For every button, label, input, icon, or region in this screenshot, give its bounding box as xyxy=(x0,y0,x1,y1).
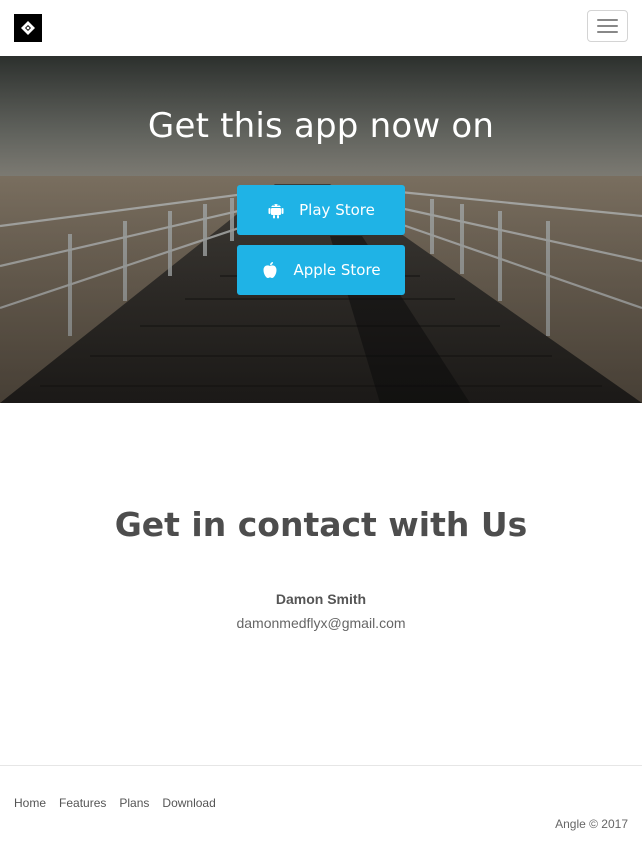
android-icon xyxy=(267,201,285,219)
footer-link-features[interactable]: Features xyxy=(59,796,106,810)
apple-store-button[interactable]: Apple Store xyxy=(237,245,405,295)
footer-nav: Home Features Plans Download xyxy=(14,796,216,810)
contact-title: Get in contact with Us xyxy=(114,505,528,544)
menu-bar xyxy=(597,31,618,33)
contact-email-link[interactable]: damonmedflyx@gmail.com xyxy=(0,615,642,631)
apple-icon xyxy=(261,261,279,279)
copyright-text: Angle © 2017 xyxy=(555,817,628,831)
top-navbar xyxy=(0,0,642,56)
footer-link-home[interactable]: Home xyxy=(14,796,46,810)
play-store-label: Play Store xyxy=(299,201,375,219)
footer-link-plans[interactable]: Plans xyxy=(119,796,149,810)
hero-title: Get this app now on xyxy=(147,106,495,146)
play-store-button[interactable]: Play Store xyxy=(237,185,405,235)
menu-bar xyxy=(597,19,618,21)
download-hero: Get this app now on Play Store Apple Sto… xyxy=(0,56,642,403)
apple-store-label: Apple Store xyxy=(293,261,381,279)
footer-divider xyxy=(0,765,642,766)
brand-logo-icon[interactable] xyxy=(14,14,42,42)
hamburger-menu-button[interactable] xyxy=(587,10,628,42)
footer-link-download[interactable]: Download xyxy=(162,796,215,810)
menu-bar xyxy=(597,25,618,27)
contact-name: Damon Smith xyxy=(275,591,367,607)
